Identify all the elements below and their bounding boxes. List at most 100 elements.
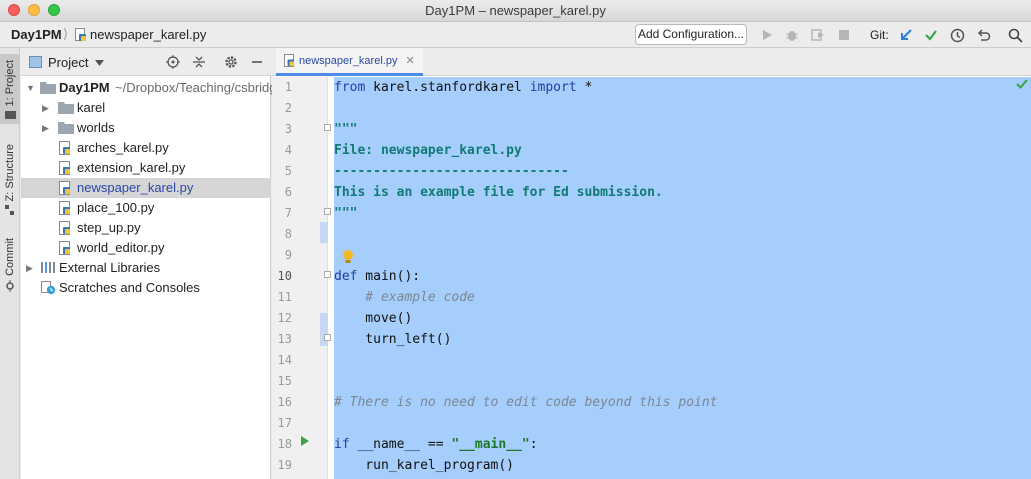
tree-folder-worlds[interactable]: ▶ worlds bbox=[21, 118, 271, 138]
python-file-icon bbox=[59, 141, 70, 155]
python-file-icon bbox=[75, 28, 87, 45]
editor-tab-newspaper[interactable]: newspaper_karel.py ✕ bbox=[276, 48, 423, 76]
project-panel-title[interactable]: Project bbox=[48, 55, 88, 70]
line-number: 12 bbox=[277, 311, 292, 325]
commit-tool-tab-label: Commit bbox=[4, 238, 16, 276]
coverage-icon[interactable] bbox=[809, 26, 827, 44]
python-file-icon bbox=[284, 54, 294, 67]
fold-toggle[interactable] bbox=[324, 208, 331, 215]
line-number: 10 bbox=[277, 269, 292, 283]
structure-tool-tab-label: Z: Structure bbox=[4, 144, 16, 202]
collapse-all-icon[interactable] bbox=[191, 54, 207, 70]
add-configuration-button[interactable]: Add Configuration... bbox=[635, 24, 747, 45]
project-panel: Project ▼ Day1PM ~/Dropbox/Teaching/csbr… bbox=[21, 48, 284, 479]
lightbulb-icon[interactable] bbox=[342, 249, 354, 265]
line-number: 4 bbox=[284, 143, 292, 157]
code-line: This is an example file for Ed submissio… bbox=[334, 185, 663, 200]
line-number: 17 bbox=[277, 416, 292, 430]
line-number: 19 bbox=[277, 458, 292, 472]
git-update-icon[interactable] bbox=[897, 26, 915, 44]
tree-item-label: arches_karel.py bbox=[77, 140, 169, 155]
tree-file-newspaper[interactable]: newspaper_karel.py bbox=[21, 178, 271, 198]
line-number: 16 bbox=[277, 395, 292, 409]
git-commit-icon[interactable] bbox=[922, 26, 940, 44]
editor-tab-label: newspaper_karel.py bbox=[299, 54, 398, 67]
commit-tool-tab[interactable]: Commit bbox=[0, 234, 20, 296]
tree-file-world-editor[interactable]: world_editor.py bbox=[21, 238, 271, 258]
tree-file-step-up[interactable]: step_up.py bbox=[21, 218, 271, 238]
fold-marker bbox=[320, 222, 328, 243]
tree-item-label: karel bbox=[77, 100, 106, 115]
code-line: def main(): bbox=[334, 269, 421, 284]
hide-panel-icon[interactable] bbox=[249, 54, 265, 70]
tree-folder-karel[interactable]: ▶ karel bbox=[21, 98, 271, 118]
code-line: run_karel_program() bbox=[334, 458, 515, 473]
line-number: 2 bbox=[284, 101, 292, 115]
run-icon[interactable] bbox=[758, 26, 776, 44]
structure-tool-tab[interactable]: Z: Structure bbox=[0, 140, 20, 220]
stop-icon[interactable] bbox=[835, 26, 853, 44]
library-icon bbox=[41, 262, 55, 273]
python-file-icon bbox=[59, 181, 70, 195]
history-icon[interactable] bbox=[948, 26, 966, 44]
code-line: if __name__ == "__main__": bbox=[334, 437, 538, 452]
run-gutter-icon[interactable] bbox=[301, 436, 309, 446]
fold-marker bbox=[320, 313, 328, 346]
search-icon[interactable] bbox=[1006, 26, 1024, 44]
breadcrumb-root[interactable]: Day1PM bbox=[11, 27, 62, 42]
git-label: Git: bbox=[870, 28, 889, 42]
project-tree: ▼ Day1PM ~/Dropbox/Teaching/csbridge ▶ k… bbox=[21, 78, 284, 298]
line-number: 13 bbox=[277, 332, 292, 346]
line-number: 3 bbox=[284, 122, 292, 136]
tree-external-libraries[interactable]: ▶ External Libraries bbox=[21, 258, 271, 278]
tree-file-place[interactable]: place_100.py bbox=[21, 198, 271, 218]
editor-tab-bar: newspaper_karel.py ✕ bbox=[272, 48, 1031, 76]
code-line: # example code bbox=[334, 290, 475, 305]
python-file-icon bbox=[59, 221, 70, 235]
line-number: 8 bbox=[284, 227, 292, 241]
tree-scratches[interactable]: Scratches and Consoles bbox=[21, 278, 271, 298]
code-line: move() bbox=[334, 311, 413, 326]
gear-icon[interactable] bbox=[223, 54, 239, 70]
fold-toggle[interactable] bbox=[324, 124, 331, 131]
code-editor[interactable]: from karel.stanfordkarel import * """ Fi… bbox=[334, 77, 1031, 479]
code-line: ------------------------------ bbox=[334, 164, 569, 179]
chevron-right-icon[interactable]: ▶ bbox=[26, 258, 36, 278]
python-file-icon bbox=[59, 241, 70, 255]
tree-file-extension[interactable]: extension_karel.py bbox=[21, 158, 271, 178]
debug-icon[interactable] bbox=[783, 26, 801, 44]
code-line: # There is no need to edit code beyond t… bbox=[334, 395, 718, 410]
editor-gutter: 1 2 3 4 5 6 7 8 9 10 11 12 13 14 15 16 1… bbox=[272, 77, 331, 479]
breadcrumb-file[interactable]: newspaper_karel.py bbox=[90, 27, 206, 42]
tree-item-label: step_up.py bbox=[77, 220, 141, 235]
fold-toggle[interactable] bbox=[324, 334, 331, 341]
tree-item-label: extension_karel.py bbox=[77, 160, 186, 175]
close-icon[interactable]: ✕ bbox=[405, 54, 414, 67]
line-number: 5 bbox=[284, 164, 292, 178]
title-bar: Day1PM – newspaper_karel.py bbox=[0, 0, 1031, 22]
code-line: from karel.stanfordkarel import * bbox=[334, 80, 593, 95]
chevron-right-icon[interactable]: ▶ bbox=[42, 118, 52, 138]
rollback-icon[interactable] bbox=[974, 26, 992, 44]
folder-icon bbox=[58, 102, 74, 114]
code-line: turn_left() bbox=[334, 332, 452, 347]
chevron-down-icon[interactable] bbox=[95, 60, 104, 66]
line-number: 7 bbox=[284, 206, 292, 220]
line-number: 6 bbox=[284, 185, 292, 199]
line-number: 11 bbox=[277, 290, 292, 304]
chevron-right-icon[interactable]: ▶ bbox=[42, 98, 52, 118]
tree-file-arches[interactable]: arches_karel.py bbox=[21, 138, 271, 158]
chevron-down-icon[interactable]: ▼ bbox=[26, 78, 36, 98]
line-number: 18 bbox=[277, 437, 292, 451]
tree-item-label: world_editor.py bbox=[77, 240, 165, 255]
line-number: 15 bbox=[277, 374, 292, 388]
folder-icon bbox=[4, 111, 16, 120]
tree-item-label: External Libraries bbox=[59, 260, 161, 275]
tree-item-label: Scratches and Consoles bbox=[59, 280, 200, 295]
code-line: File: newspaper_karel.py bbox=[334, 143, 522, 158]
project-tool-tab[interactable]: 1: Project bbox=[0, 54, 20, 124]
tree-root[interactable]: ▼ Day1PM ~/Dropbox/Teaching/csbridge bbox=[21, 78, 284, 98]
locate-icon[interactable] bbox=[165, 54, 181, 70]
fold-toggle[interactable] bbox=[324, 271, 331, 278]
commit-icon bbox=[6, 279, 14, 292]
